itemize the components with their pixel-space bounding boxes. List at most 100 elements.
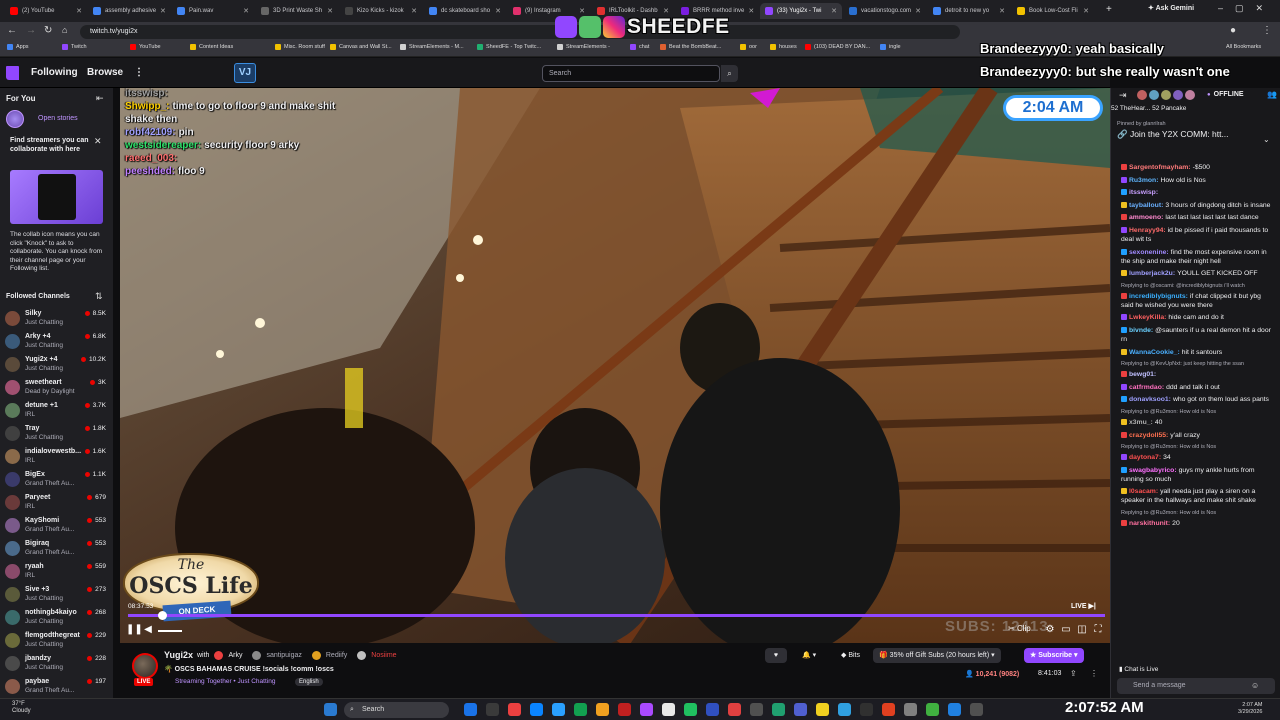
chat-username[interactable]: WannaCookie_:: [1129, 349, 1180, 356]
close-tab-icon[interactable]: ✕: [323, 7, 333, 15]
taskbar-app-icon[interactable]: [970, 703, 983, 716]
taskbar-app-icon[interactable]: [838, 703, 851, 716]
taskbar-app-icon[interactable]: [904, 703, 917, 716]
followed-channel-item[interactable]: Yugi2x +4 Just Chatting 10.2K: [0, 354, 113, 377]
pause-icon[interactable]: ❚❚: [126, 624, 143, 636]
bookmark-item[interactable]: (103) DEAD BY DAN...: [805, 44, 870, 50]
volume-slider[interactable]: [158, 630, 182, 632]
collab-channel[interactable]: Rediify: [311, 651, 352, 660]
search-input[interactable]: Search: [542, 65, 720, 82]
profile-avatar[interactable]: ●: [1230, 25, 1236, 36]
chat-username[interactable]: bewg01:: [1129, 371, 1156, 378]
language-tag[interactable]: English: [295, 678, 323, 686]
chat-username[interactable]: Henrayy94:: [1129, 227, 1166, 234]
followed-channel-item[interactable]: Paryeet IRL 679: [0, 492, 113, 515]
taskbar-app-icon[interactable]: [860, 703, 873, 716]
volume-icon[interactable]: ◀: [142, 624, 154, 636]
live-indicator[interactable]: LIVE ▶|: [1071, 602, 1096, 610]
bookmark-item[interactable]: StreamElements - M...: [400, 44, 464, 50]
ask-gemini-button[interactable]: ✦ Ask Gemini: [1148, 4, 1194, 12]
twitch-home-icon[interactable]: [6, 66, 19, 80]
taskbar-app-icon[interactable]: [772, 703, 785, 716]
followed-channel-item[interactable]: nothingb4kaiyo Just Chatting 268: [0, 607, 113, 630]
chat-username[interactable]: lumberjack2u:: [1129, 270, 1175, 277]
taskbar-app-icon[interactable]: [728, 703, 741, 716]
progress-bar[interactable]: [128, 611, 1105, 620]
chat-username[interactable]: crazydoll55:: [1129, 432, 1168, 439]
reload-icon[interactable]: ↻: [44, 25, 52, 36]
stories-avatar[interactable]: [6, 110, 24, 128]
close-tab-icon[interactable]: ✕: [239, 7, 249, 15]
taskbar-app-icon[interactable]: [706, 703, 719, 716]
weather-widget[interactable]: 37°F Cloudy: [12, 701, 31, 715]
chat-username[interactable]: daytona7:: [1129, 454, 1161, 461]
browser-menu-icon[interactable]: ⋮: [1262, 25, 1272, 36]
close-tab-icon[interactable]: ✕: [491, 7, 501, 15]
taskbar-app-icon[interactable]: [948, 703, 961, 716]
new-tab-button[interactable]: +: [1106, 4, 1112, 15]
collab-channel[interactable]: santipuigaz: [252, 651, 306, 660]
browser-tab[interactable]: vacationstogo.com ✕: [844, 3, 926, 19]
bookmark-item[interactable]: Misc. Room stuff: [275, 44, 325, 50]
channel-avatar[interactable]: [132, 653, 158, 679]
emote-picker-icon[interactable]: ☺: [1251, 681, 1259, 690]
bookmark-item[interactable]: Beat the BombBeat...: [660, 44, 721, 50]
taskbar-app-icon[interactable]: [662, 703, 675, 716]
bookmark-item[interactable]: Content Ideas: [190, 44, 233, 50]
browser-tab[interactable]: Pain.wav ✕: [172, 3, 254, 19]
followed-channel-item[interactable]: Silky Just Chatting 8.5K: [0, 308, 113, 331]
followed-channel-item[interactable]: Sive +3 Just Chatting 273: [0, 584, 113, 607]
close-tab-icon[interactable]: ✕: [407, 7, 417, 15]
close-tab-icon[interactable]: ✕: [156, 7, 166, 15]
taskbar-app-icon[interactable]: [530, 703, 543, 716]
taskbar-app-icon[interactable]: [574, 703, 587, 716]
following-link[interactable]: Following: [31, 67, 78, 78]
followed-channel-item[interactable]: KayShomi Grand Theft Au... 553: [0, 515, 113, 538]
browser-tab[interactable]: (2) YouTube ✕: [5, 3, 87, 19]
followed-channel-item[interactable]: flemgodthegreat Just Chatting 229: [0, 630, 113, 653]
chat-username[interactable]: x3mu_:: [1129, 419, 1153, 426]
bookmark-item[interactable]: Apps: [7, 44, 29, 50]
chat-username[interactable]: donavksoo1:: [1129, 396, 1171, 403]
followed-channel-item[interactable]: ryaah IRL 559: [0, 561, 113, 584]
bookmark-item[interactable]: Canvas and Wall St...: [330, 44, 392, 50]
bookmark-item[interactable]: YouTube: [130, 44, 161, 50]
chat-username[interactable]: bivnde:: [1129, 327, 1153, 334]
taskbar-app-icon[interactable]: [926, 703, 939, 716]
followed-channel-item[interactable]: Arky +4 Just Chatting 6.8K: [0, 331, 113, 354]
fullscreen-icon[interactable]: ⛶: [1092, 624, 1104, 636]
forward-icon[interactable]: →: [26, 25, 36, 36]
browse-link[interactable]: Browse: [87, 67, 123, 78]
taskbar-app-icon[interactable]: [618, 703, 631, 716]
notifications-icon[interactable]: 🔔 ▾: [796, 648, 822, 663]
taskbar-app-icon[interactable]: [882, 703, 895, 716]
picture-in-picture-icon[interactable]: ◫: [1076, 624, 1088, 636]
follow-heart-icon[interactable]: ♥: [765, 648, 787, 663]
browser-tab[interactable]: 3D Print Waste Sh ✕: [256, 3, 338, 19]
chat-username[interactable]: LwkeyKilla:: [1129, 314, 1166, 321]
close-tab-icon[interactable]: ✕: [744, 7, 754, 15]
close-tab-icon[interactable]: ✕: [995, 7, 1005, 15]
hype-leaderboard[interactable]: 52 TheHear... 52 Pancake: [1111, 105, 1280, 119]
theatre-mode-icon[interactable]: ▭: [1060, 624, 1072, 636]
taskbar-app-icon[interactable]: [640, 703, 653, 716]
close-tab-icon[interactable]: ✕: [911, 7, 921, 15]
system-clock[interactable]: 2:07 AM 3/29/2026: [1238, 702, 1262, 716]
gift-subs-button[interactable]: 🎁 35% off Gift Subs (20 hours left) ▾: [873, 648, 1001, 663]
taskbar-app-icon[interactable]: [684, 703, 697, 716]
chat-username[interactable]: Sargentofmayham:: [1129, 164, 1191, 171]
browser-tab[interactable]: detroit to new yo ✕: [928, 3, 1010, 19]
pinned-message[interactable]: Pinned by glanrilrah 🔗 Join the Y2X COMM…: [1117, 121, 1277, 157]
clip-button[interactable]: ✂ Clip: [1008, 624, 1031, 633]
followed-channel-item[interactable]: indialovewestb... IRL 1.6K: [0, 446, 113, 469]
bookmark-item[interactable]: houses: [770, 44, 797, 50]
more-options-icon[interactable]: ⋮: [1090, 669, 1098, 678]
followed-channel-item[interactable]: sweetheart Dead by Daylight 3K: [0, 377, 113, 400]
taskbar-app-icon[interactable]: [596, 703, 609, 716]
subscribe-button[interactable]: ★ Subscribe ▾: [1024, 648, 1084, 663]
stream-category[interactable]: Streaming Together • Just Chatting: [175, 678, 275, 685]
expand-chat-icon[interactable]: ⇥: [1119, 90, 1127, 101]
taskbar-app-icon[interactable]: [816, 703, 829, 716]
chat-username[interactable]: ammoeno:: [1129, 214, 1163, 221]
collapse-sidebar-icon[interactable]: ⇤: [96, 93, 104, 104]
